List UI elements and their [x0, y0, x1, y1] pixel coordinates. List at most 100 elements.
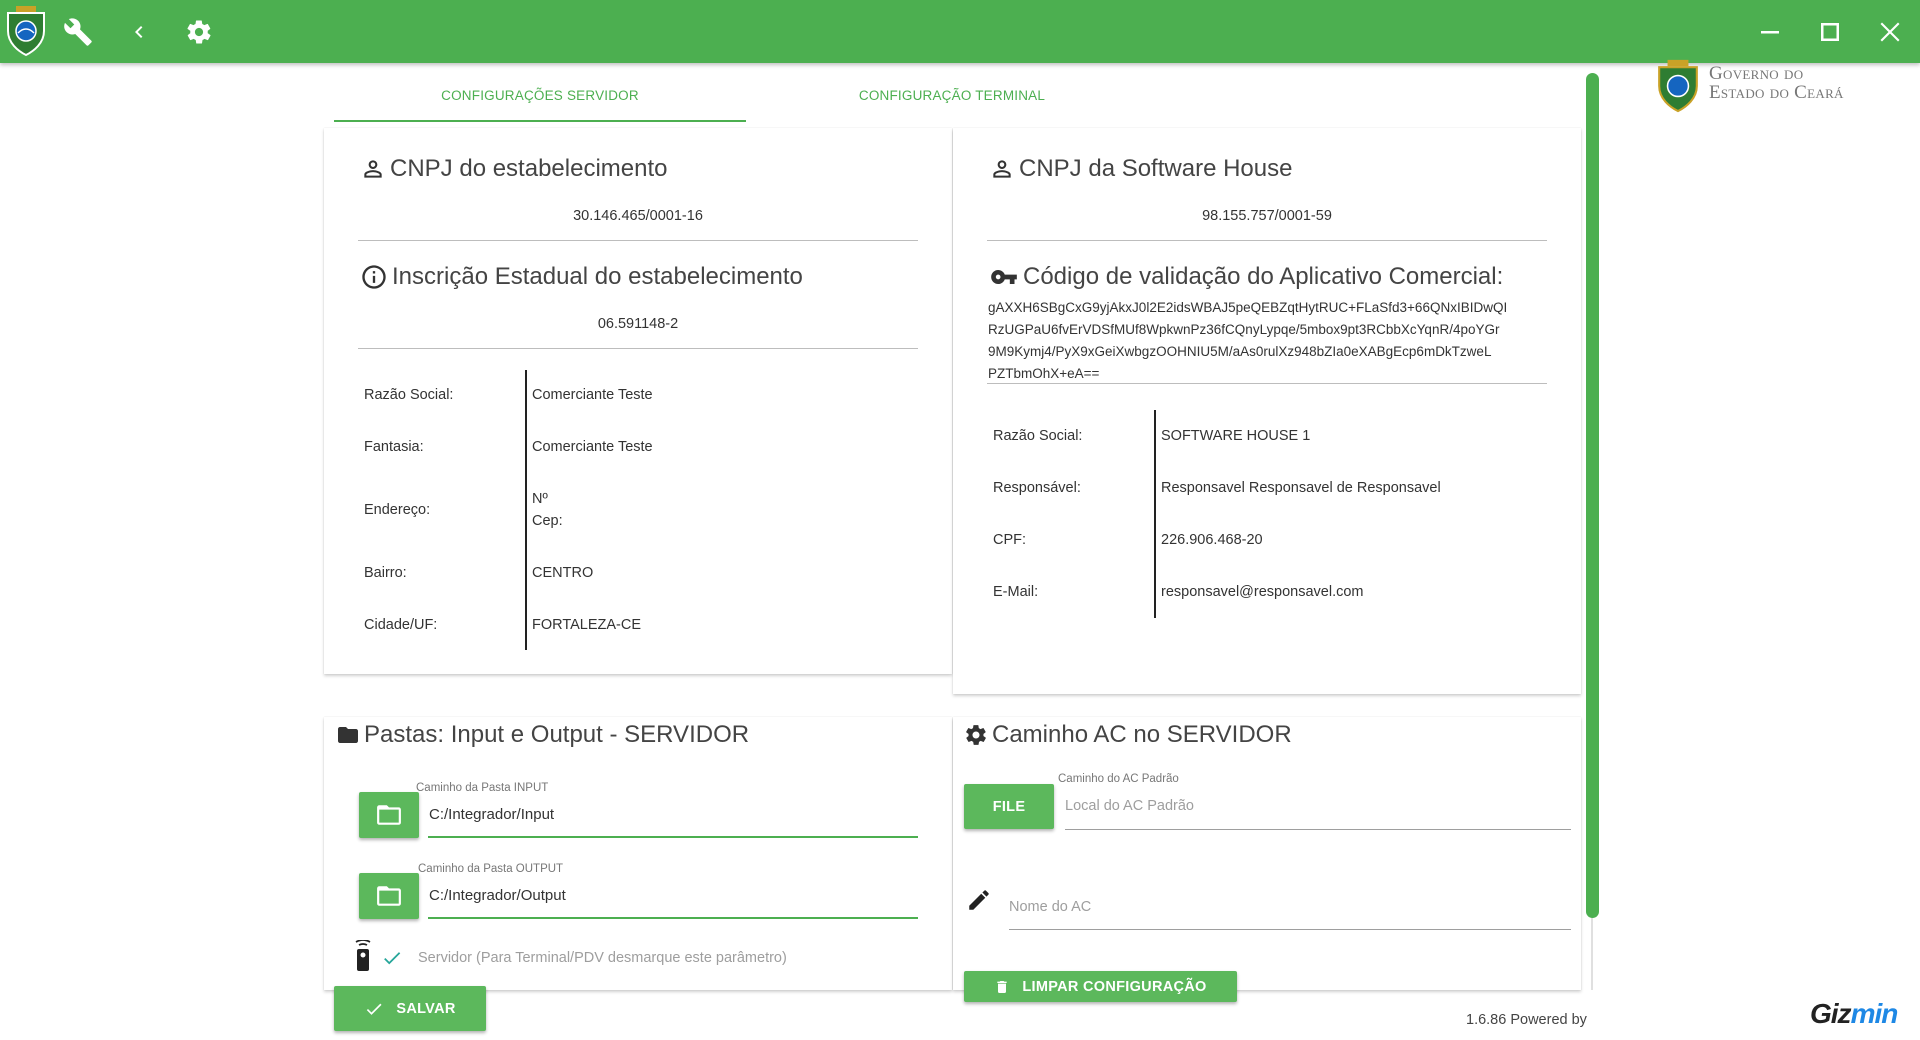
- nome-ac-underline: [1009, 929, 1571, 930]
- ac-padrao-label: Caminho do AC Padrão: [1058, 773, 1179, 785]
- divider: [358, 240, 918, 241]
- government-name: Governo do Estado do Ceará: [1709, 64, 1844, 102]
- razao-social-value: Comerciante Teste: [532, 387, 653, 403]
- gear-icon[interactable]: [169, 0, 229, 63]
- salvar-button[interactable]: SALVAR: [334, 986, 486, 1031]
- person-icon: [993, 160, 1011, 178]
- file-button[interactable]: FILE: [964, 784, 1054, 829]
- cidade-uf-label: Cidade/UF:: [364, 617, 438, 633]
- email-label: E-Mail:: [993, 584, 1039, 600]
- endereco-label: Endereço:: [364, 502, 431, 518]
- cnpj-software-house-value: 98.155.757/0001-59: [1202, 208, 1332, 224]
- nome-ac-field[interactable]: Nome do AC: [1009, 899, 1091, 915]
- title-bar: [0, 0, 1920, 63]
- codigo-line: 9M9Kymj4/PyX9xGeiXwbgzOOHNIU5M/aAs0rulXz…: [988, 344, 1492, 359]
- vertical-scrollbar[interactable]: [1586, 73, 1599, 918]
- endereco-numero: Nº: [532, 491, 548, 507]
- version-text: 1.6.86 Powered by: [1466, 1012, 1587, 1028]
- cnpj-software-house-title: CNPJ da Software House: [989, 155, 1292, 183]
- output-folder-field[interactable]: C:/Integrador/Output: [429, 887, 566, 904]
- gov-line1: Governo do: [1709, 63, 1804, 84]
- inscricao-estadual-title: Inscrição Estadual do estabelecimento: [360, 263, 803, 291]
- person-icon: [364, 160, 382, 178]
- input-folder-label: Caminho da Pasta INPUT: [416, 782, 549, 794]
- bairro-label: Bairro:: [364, 565, 407, 581]
- cidade-uf-value: FORTALEZA-CE: [532, 617, 642, 633]
- pastas-label: Pastas: Input e Output - SERVIDOR: [364, 721, 750, 748]
- limpar-configuracao-button[interactable]: LIMPAR CONFIGURAÇÃO: [964, 971, 1237, 1002]
- folder-icon: [338, 727, 358, 743]
- endereco-cep: Cep:: [532, 513, 563, 529]
- salvar-label: SALVAR: [396, 1000, 456, 1017]
- sh-razao-social-value: SOFTWARE HOUSE 1: [1161, 428, 1311, 444]
- gear-icon: [966, 725, 986, 745]
- input-underline: [428, 836, 918, 838]
- vertical-divider: [1154, 410, 1156, 618]
- razao-social-label: Razão Social:: [364, 387, 454, 403]
- remote-icon: [355, 940, 371, 971]
- folder-outline-icon: [377, 886, 401, 906]
- divider: [987, 383, 1547, 384]
- cnpj-software-house-label: CNPJ da Software House: [1019, 155, 1293, 182]
- folder-outline-icon: [377, 805, 401, 825]
- coat-of-arms-icon: [1658, 59, 1698, 113]
- tab-bar: CONFIGURAÇÕES SERVIDOR CONFIGURAÇÃO TERM…: [334, 78, 1158, 122]
- ac-padrao-field[interactable]: Local do AC Padrão: [1065, 798, 1194, 814]
- key-icon: [991, 270, 1017, 284]
- divider: [987, 240, 1547, 241]
- limpar-configuracao-label: LIMPAR CONFIGURAÇÃO: [1022, 978, 1207, 995]
- input-folder-field[interactable]: C:/Integrador/Input: [429, 806, 554, 823]
- codigo-line: RzUGPaU6fvErVDSfMUf8WpkwnPz36fCQnyLypqe/…: [988, 322, 1500, 337]
- gizmin-logo-part1: Giz: [1810, 998, 1852, 1029]
- caminho-ac-label: Caminho AC no SERVIDOR: [992, 721, 1292, 748]
- caminho-ac-title: Caminho AC no SERVIDOR: [964, 721, 1292, 749]
- divider: [358, 348, 918, 349]
- browse-output-folder-button[interactable]: [359, 873, 419, 919]
- check-icon: [367, 1003, 382, 1015]
- codigo-validacao-value: gAXXH6SBgCxG9yjAkxJ0l2E2idsWBAJ5peQEBZqt…: [988, 297, 1550, 385]
- scrollbar-track: [1591, 918, 1593, 990]
- responsavel-label: Responsável:: [993, 480, 1081, 496]
- pastas-title: Pastas: Input e Output - SERVIDOR: [336, 721, 749, 749]
- servidor-checkbox-label: Servidor (Para Terminal/PDV desmarque es…: [418, 950, 787, 966]
- output-underline: [428, 917, 918, 919]
- cnpj-estabelecimento-title: CNPJ do estabelecimento: [360, 155, 667, 183]
- pencil-icon: [969, 890, 989, 910]
- fantasia-value: Comerciante Teste: [532, 439, 653, 455]
- fantasia-label: Fantasia:: [364, 439, 424, 455]
- caminho-ac-card: [953, 717, 1581, 990]
- info-icon: [362, 265, 386, 289]
- codigo-line: PZTbmOhX+eA==: [988, 366, 1100, 381]
- codigo-validacao-label: Código de validação do Aplicativo Comerc…: [1023, 263, 1504, 290]
- sh-razao-social-label: Razão Social:: [993, 428, 1083, 444]
- codigo-line: gAXXH6SBgCxG9yjAkxJ0l2E2idsWBAJ5peQEBZqt…: [988, 300, 1508, 315]
- cpf-value: 226.906.468-20: [1161, 532, 1263, 548]
- tab-configuracoes-servidor[interactable]: CONFIGURAÇÕES SERVIDOR: [334, 78, 746, 122]
- vertical-divider: [525, 370, 527, 650]
- gov-line2: Estado do Ceará: [1709, 82, 1844, 103]
- browse-input-folder-button[interactable]: [359, 792, 419, 838]
- maximize-icon[interactable]: [1800, 0, 1860, 63]
- cpf-label: CPF:: [993, 532, 1027, 548]
- inscricao-estadual-label: Inscrição Estadual do estabelecimento: [392, 263, 803, 290]
- tab-configuracao-terminal[interactable]: CONFIGURAÇÃO TERMINAL: [746, 78, 1158, 122]
- cnpj-estabelecimento-value: 30.146.465/0001-16: [573, 208, 703, 224]
- cnpj-estabelecimento-label: CNPJ do estabelecimento: [390, 155, 668, 182]
- responsavel-value: Responsavel Responsavel de Responsavel: [1161, 480, 1441, 496]
- chevron-left-icon[interactable]: [109, 0, 169, 63]
- inscricao-estadual-value: 06.591148-2: [597, 316, 679, 332]
- government-logo: Governo do Estado do Ceará: [1655, 58, 1860, 114]
- badge-icon[interactable]: [4, 5, 48, 57]
- output-folder-label: Caminho da Pasta OUTPUT: [418, 863, 564, 875]
- email-value: responsavel@responsavel.com: [1161, 584, 1364, 600]
- minimize-icon[interactable]: [1740, 0, 1800, 63]
- ac-padrao-underline: [1065, 829, 1571, 830]
- gizmin-logo-part2: min: [1850, 998, 1899, 1029]
- gizmin-logo: Gizmin: [1810, 998, 1899, 1030]
- wrench-icon[interactable]: [48, 0, 108, 63]
- close-icon[interactable]: [1860, 0, 1920, 63]
- trash-icon: [997, 980, 1008, 993]
- bairro-value: CENTRO: [532, 565, 594, 581]
- servidor-checkbox[interactable]: [379, 947, 405, 969]
- codigo-validacao-title: Código de validação do Aplicativo Comerc…: [989, 263, 1503, 291]
